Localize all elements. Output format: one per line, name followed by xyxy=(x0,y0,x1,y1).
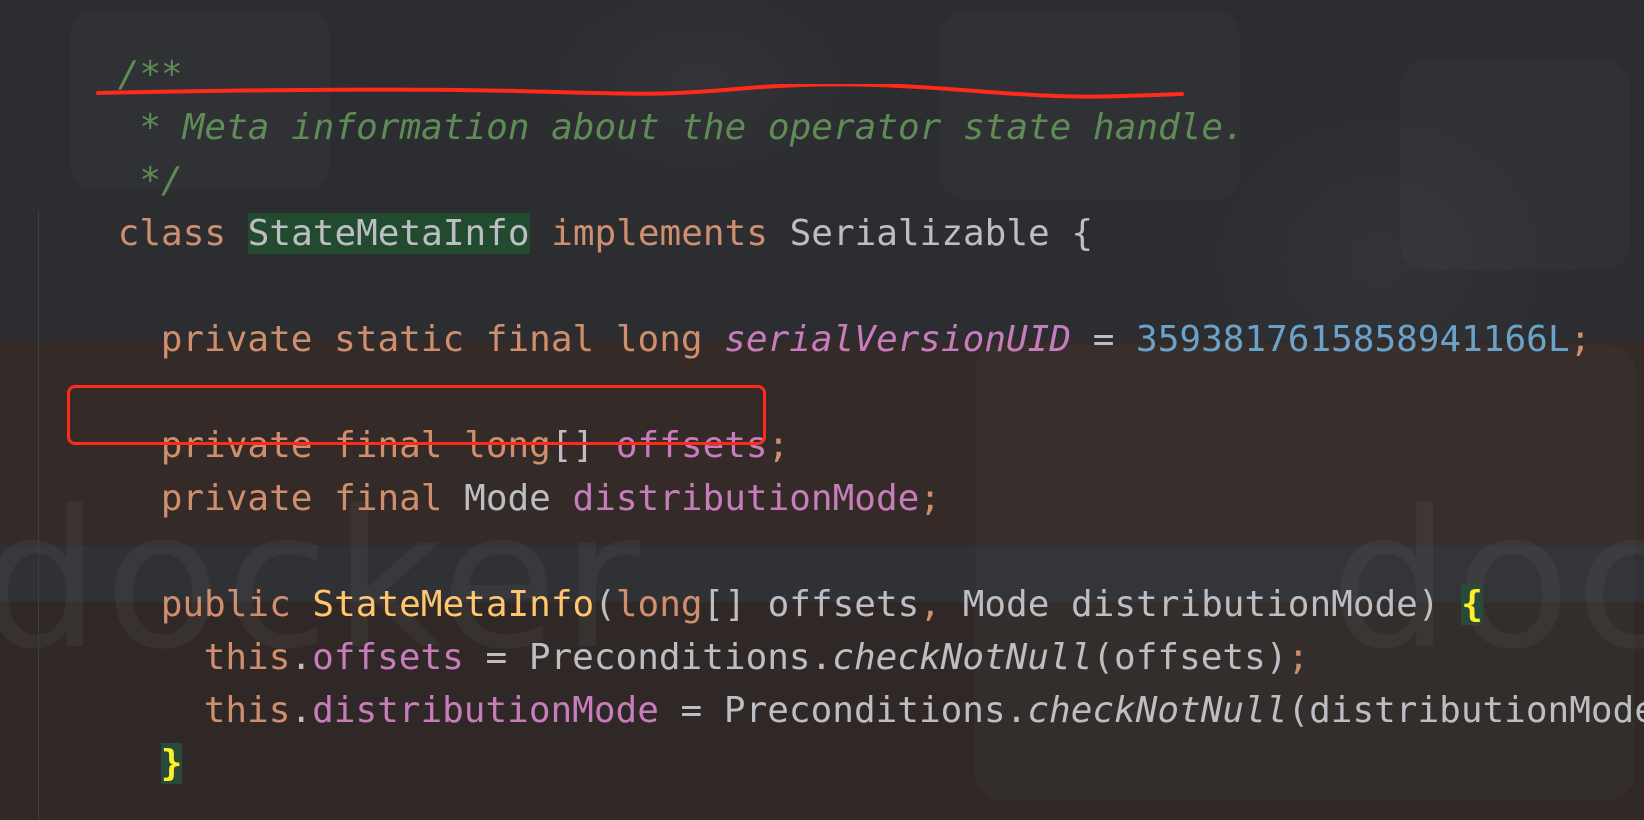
semicolon: ; xyxy=(1569,319,1592,360)
keyword: class xyxy=(117,213,248,254)
code-editor[interactable]: docker docker /** * Meta information abo… xyxy=(0,0,1644,820)
class-name[interactable]: StateMetaInfo xyxy=(247,213,530,254)
field-name[interactable]: distributionMode xyxy=(312,690,659,731)
keyword: this xyxy=(203,690,291,731)
keyword: private final xyxy=(160,478,465,519)
matched-brace: { xyxy=(1461,584,1483,625)
code-line-class-decl: class StateMetaInfo implements Serializa… xyxy=(31,150,1093,254)
field-name[interactable]: distributionMode xyxy=(573,478,920,519)
method-call[interactable]: checkNotNull xyxy=(1027,690,1287,731)
code-line-close-brace: } xyxy=(74,680,183,784)
red-underline-annotation xyxy=(96,84,1184,99)
code-line-comment-open: /** xyxy=(31,0,183,95)
code-line-assign-mode: this.distributionMode = Preconditions.ch… xyxy=(117,627,1644,731)
comment-text: * Meta information about the operator st… xyxy=(117,107,1245,148)
matched-brace: } xyxy=(160,743,183,784)
dot: . xyxy=(290,690,313,731)
type-name[interactable]: Mode xyxy=(464,478,572,519)
code-line-comment-close: */ xyxy=(31,97,182,201)
code-line-serial: private static final long serialVersionU… xyxy=(74,256,1592,360)
expression: = Preconditions. xyxy=(658,690,1028,731)
brace: { xyxy=(1049,213,1094,254)
arguments: (distributionMode) xyxy=(1287,690,1644,731)
semicolon: ; xyxy=(919,478,941,519)
field-name[interactable]: serialVersionUID xyxy=(724,319,1071,360)
keyword: private static final long xyxy=(160,319,725,360)
interface-name[interactable]: Serializable xyxy=(790,213,1050,254)
code-line-constructor: public StateMetaInfo(long[] offsets, Mod… xyxy=(74,521,1483,625)
keyword: implements xyxy=(529,213,790,254)
operator: = xyxy=(1071,319,1137,360)
watermark-shape xyxy=(1400,60,1630,270)
code-line-assign-offsets: this.offsets = Preconditions.checkNotNul… xyxy=(117,574,1309,678)
red-box-annotation xyxy=(67,385,766,445)
number-literal: 3593817615858941166L xyxy=(1136,319,1570,360)
